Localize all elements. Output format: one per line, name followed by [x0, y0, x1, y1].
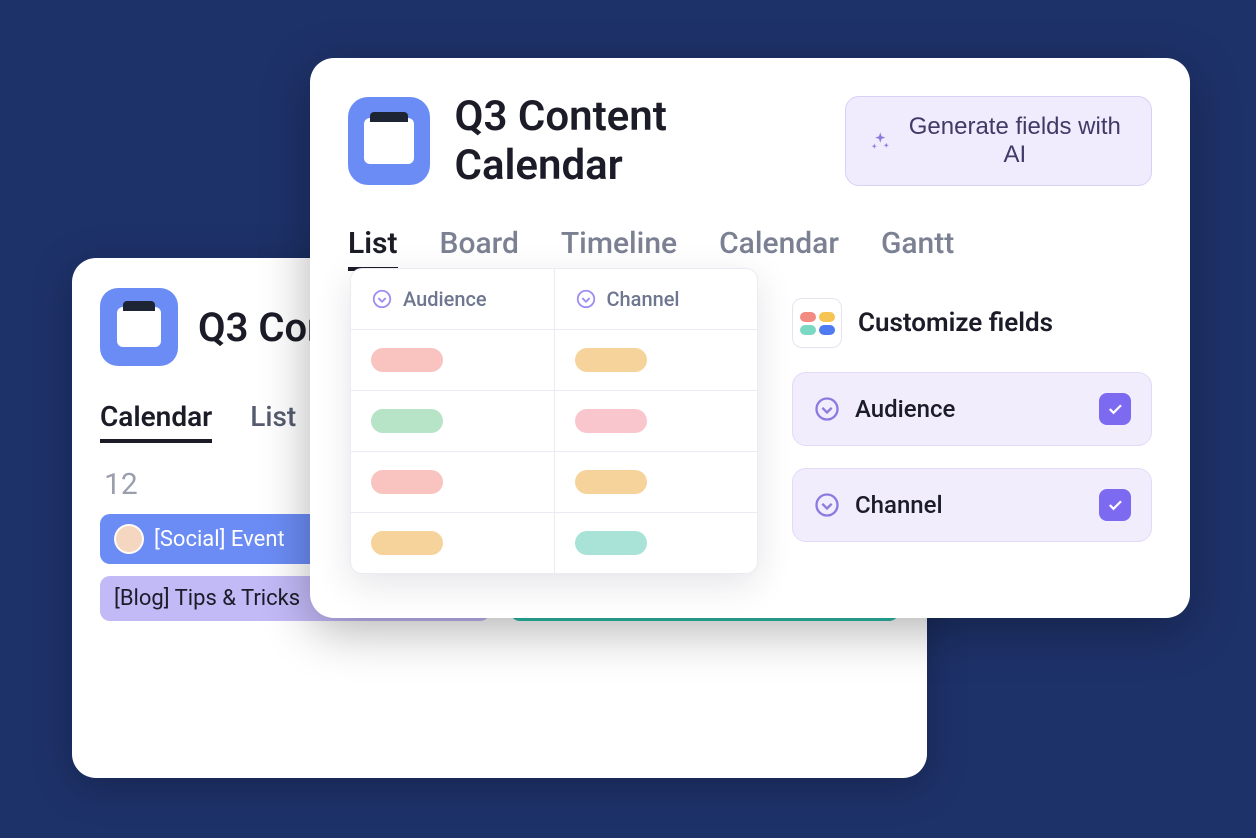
customize-fields-title: Customize fields — [858, 308, 1053, 338]
calendar-app-icon — [348, 97, 430, 185]
checkmark-icon — [1106, 400, 1124, 418]
tag-pill — [575, 409, 647, 433]
tag-pill — [371, 409, 443, 433]
event-label: [Social] Event — [154, 527, 285, 552]
checkbox-checked[interactable] — [1099, 489, 1131, 521]
table-row — [351, 330, 757, 391]
tab-list[interactable]: List — [348, 226, 398, 271]
list-view-card: Q3 Content Calendar Generate fields with… — [310, 58, 1190, 618]
calendar-icon — [117, 307, 161, 347]
calendar-icon — [364, 118, 414, 164]
cell-audience[interactable] — [351, 330, 555, 390]
field-toggle-audience[interactable]: Audience — [792, 372, 1152, 446]
field-label: Audience — [855, 395, 955, 423]
tag-pill — [575, 348, 647, 372]
tag-pill — [371, 531, 443, 555]
dropdown-icon — [813, 395, 841, 423]
fields-icon — [792, 298, 842, 348]
customize-fields-panel: Customize fields Audience Channel — [792, 298, 1152, 564]
tab-calendar[interactable]: Calendar — [719, 226, 839, 271]
cell-channel[interactable] — [555, 391, 758, 451]
list-table-preview: Audience Channel — [350, 268, 758, 574]
tab-board[interactable]: Board — [440, 226, 519, 271]
generate-fields-ai-button[interactable]: Generate fields with AI — [845, 96, 1152, 186]
customize-fields-header: Customize fields — [792, 298, 1152, 348]
tag-pill — [575, 531, 647, 555]
cell-audience[interactable] — [351, 513, 555, 573]
column-header-audience[interactable]: Audience — [351, 269, 555, 329]
cell-audience[interactable] — [351, 391, 555, 451]
card-front-header: Q3 Content Calendar Generate fields with… — [348, 92, 1152, 190]
list-table-header: Audience Channel — [351, 269, 757, 330]
ai-button-label: Generate fields with AI — [903, 113, 1127, 169]
sparkle-icon — [870, 130, 891, 152]
field-label: Channel — [855, 491, 943, 519]
view-tabs-front: List Board Timeline Calendar Gantt — [348, 226, 1152, 271]
project-title: Q3 Content Calendar — [454, 92, 821, 190]
avatar — [114, 524, 144, 554]
tab-calendar[interactable]: Calendar — [100, 400, 212, 443]
tab-timeline[interactable]: Timeline — [561, 226, 677, 271]
event-label: [Blog] Tips & Tricks — [114, 586, 300, 611]
cell-channel[interactable] — [555, 513, 758, 573]
cell-audience[interactable] — [351, 452, 555, 512]
dropdown-icon — [371, 288, 393, 310]
field-toggle-channel[interactable]: Channel — [792, 468, 1152, 542]
calendar-app-icon — [100, 288, 178, 366]
column-header-channel[interactable]: Channel — [555, 269, 758, 329]
cell-channel[interactable] — [555, 452, 758, 512]
table-row — [351, 513, 757, 573]
table-row — [351, 452, 757, 513]
checkbox-checked[interactable] — [1099, 393, 1131, 425]
tab-gantt[interactable]: Gantt — [881, 226, 954, 271]
tag-pill — [371, 470, 443, 494]
tag-pill — [575, 470, 647, 494]
tab-list[interactable]: List — [250, 400, 296, 443]
cell-channel[interactable] — [555, 330, 758, 390]
dropdown-icon — [813, 491, 841, 519]
checkmark-icon — [1106, 496, 1124, 514]
table-row — [351, 391, 757, 452]
tag-pill — [371, 348, 443, 372]
dropdown-icon — [575, 288, 597, 310]
